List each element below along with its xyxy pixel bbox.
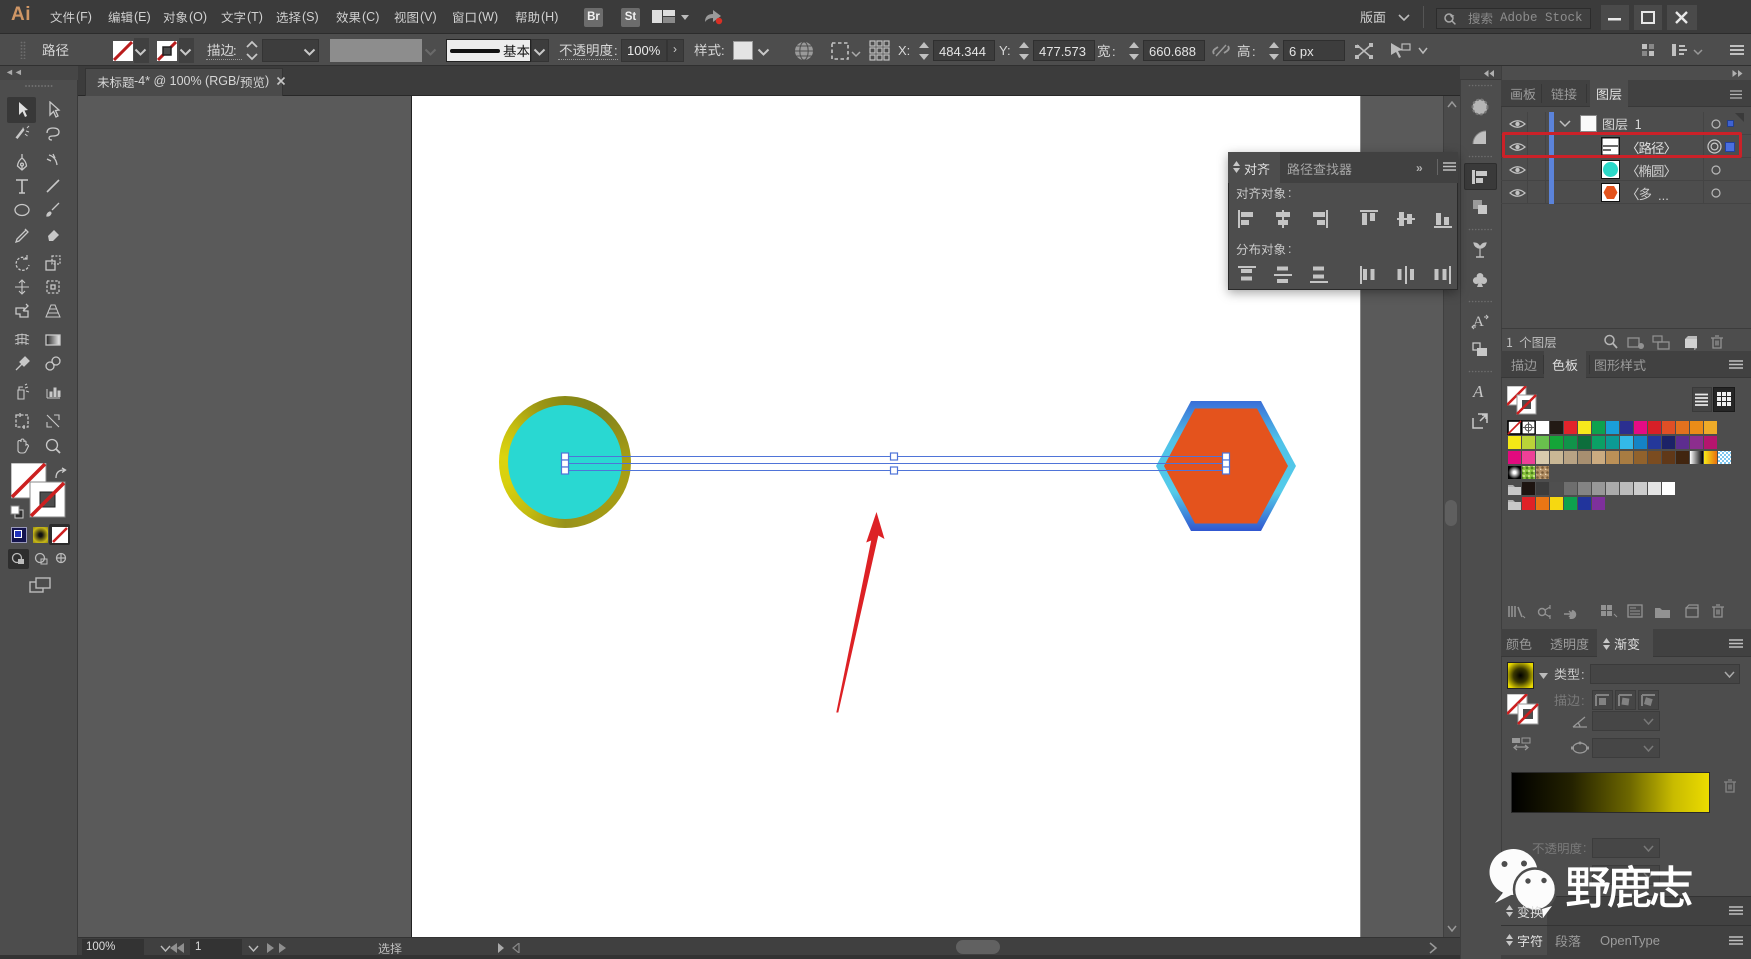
svg-text:A: A: [1472, 382, 1484, 401]
svg-text:A: A: [1473, 314, 1484, 330]
